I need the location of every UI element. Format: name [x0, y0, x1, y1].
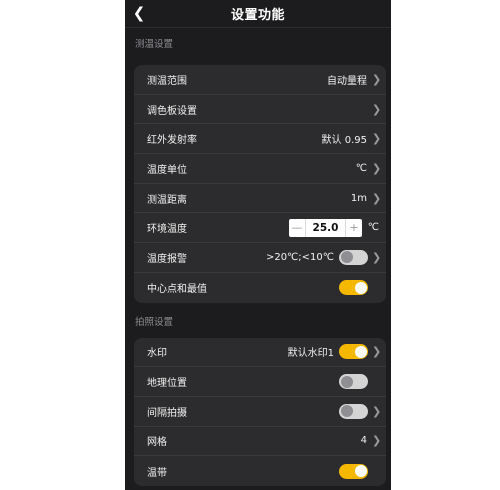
row-label: 红外发射率: [147, 135, 197, 147]
row-location: 地理位置: [134, 367, 386, 397]
row-temperature-unit[interactable]: 温度单位 ℃ ❯: [134, 154, 386, 184]
chevron-right-icon: ❯: [372, 434, 382, 448]
decrement-button[interactable]: —: [289, 219, 305, 237]
section-label-temperature: 测温设置: [135, 39, 174, 50]
header-divider: [125, 27, 391, 28]
unit-label: ℃: [367, 222, 379, 234]
row-interval-capture[interactable]: 间隔拍摄 ❯: [134, 397, 386, 427]
stepper-value[interactable]: 25.0: [305, 218, 346, 237]
row-palette[interactable]: 调色板设置 ❯: [134, 95, 386, 125]
watermark-toggle[interactable]: [339, 344, 368, 360]
temperature-settings-card: 测温范围 自动量程 ❯ 调色板设置 ❯ 红外发射率 默认 0.95 ❯ 温度单位…: [134, 65, 386, 303]
increment-button[interactable]: +: [346, 219, 362, 237]
ambient-temperature-stepper: — 25.0 +: [289, 218, 362, 237]
row-label: 温度单位: [147, 164, 187, 176]
section-label-photo: 拍照设置: [135, 316, 174, 328]
row-measure-distance[interactable]: 测温距离 1m ❯: [134, 184, 386, 214]
row-label: 间隔拍摄: [147, 407, 187, 419]
row-label: 地理位置: [147, 378, 187, 390]
toggle-knob: [354, 281, 367, 294]
page-title: 设置功能: [230, 8, 285, 23]
row-grid[interactable]: 网格 4 ❯: [134, 427, 386, 457]
toggle-knob: [354, 465, 367, 478]
photo-settings-card: 水印 默认水印1 ❯ 地理位置 间隔拍摄 ❯ 网格 4 ❯ 温带: [134, 337, 386, 486]
toggle-knob: [340, 405, 353, 418]
row-label: 测温范围: [147, 75, 187, 87]
toggle-knob: [340, 251, 353, 264]
chevron-right-icon: ❯: [372, 72, 382, 86]
row-label: 调色板设置: [147, 105, 197, 117]
row-temperature-band: 温带: [134, 456, 386, 486]
toggle-knob: [340, 375, 353, 388]
header-bar: ❮ 设置功能: [125, 0, 391, 28]
chevron-right-icon: ❯: [372, 250, 382, 264]
temperature-band-toggle[interactable]: [339, 463, 368, 479]
row-value: 自动量程: [327, 75, 367, 87]
toggle-knob: [354, 345, 367, 358]
interval-capture-toggle[interactable]: [339, 403, 368, 419]
row-value: 默认水印1: [287, 348, 334, 360]
row-ambient-temperature: 环境温度 — 25.0 + ℃: [134, 213, 386, 244]
row-value: 4: [360, 435, 367, 447]
chevron-right-icon: ❯: [372, 404, 382, 418]
row-center-extremes: 中心点和最值: [134, 273, 386, 303]
chevron-right-icon: ❯: [372, 345, 382, 359]
location-toggle[interactable]: [339, 374, 368, 390]
row-watermark[interactable]: 水印 默认水印1 ❯: [134, 338, 386, 368]
row-value: >20℃;<10℃: [265, 251, 334, 263]
settings-screen: ❮ 设置功能 测温设置 测温范围 自动量程 ❯ 调色板设置 ❯ 红外发射率 默认…: [125, 0, 391, 490]
row-emissivity[interactable]: 红外发射率 默认 0.95 ❯: [134, 124, 386, 155]
row-label: 测温距离: [147, 194, 187, 206]
chevron-right-icon: ❯: [372, 191, 382, 205]
row-label: 网格: [147, 437, 167, 449]
chevron-right-icon: ❯: [372, 102, 382, 116]
chevron-right-icon: ❯: [372, 161, 382, 175]
row-label: 温带: [147, 467, 167, 479]
center-extremes-toggle[interactable]: [339, 280, 368, 296]
chevron-right-icon: ❯: [372, 132, 382, 146]
row-label: 水印: [147, 348, 167, 360]
row-measure-range[interactable]: 测温范围 自动量程 ❯: [134, 65, 386, 95]
row-value: 默认 0.95: [321, 135, 367, 147]
row-label: 中心点和最值: [147, 284, 207, 296]
row-value: 1m: [350, 192, 367, 204]
row-label: 温度报警: [147, 253, 187, 265]
row-temperature-alarm[interactable]: 温度报警 >20℃;<10℃ ❯: [134, 243, 386, 273]
row-label: 环境温度: [147, 224, 187, 236]
alarm-toggle[interactable]: [339, 249, 368, 265]
row-value: ℃: [355, 162, 367, 174]
